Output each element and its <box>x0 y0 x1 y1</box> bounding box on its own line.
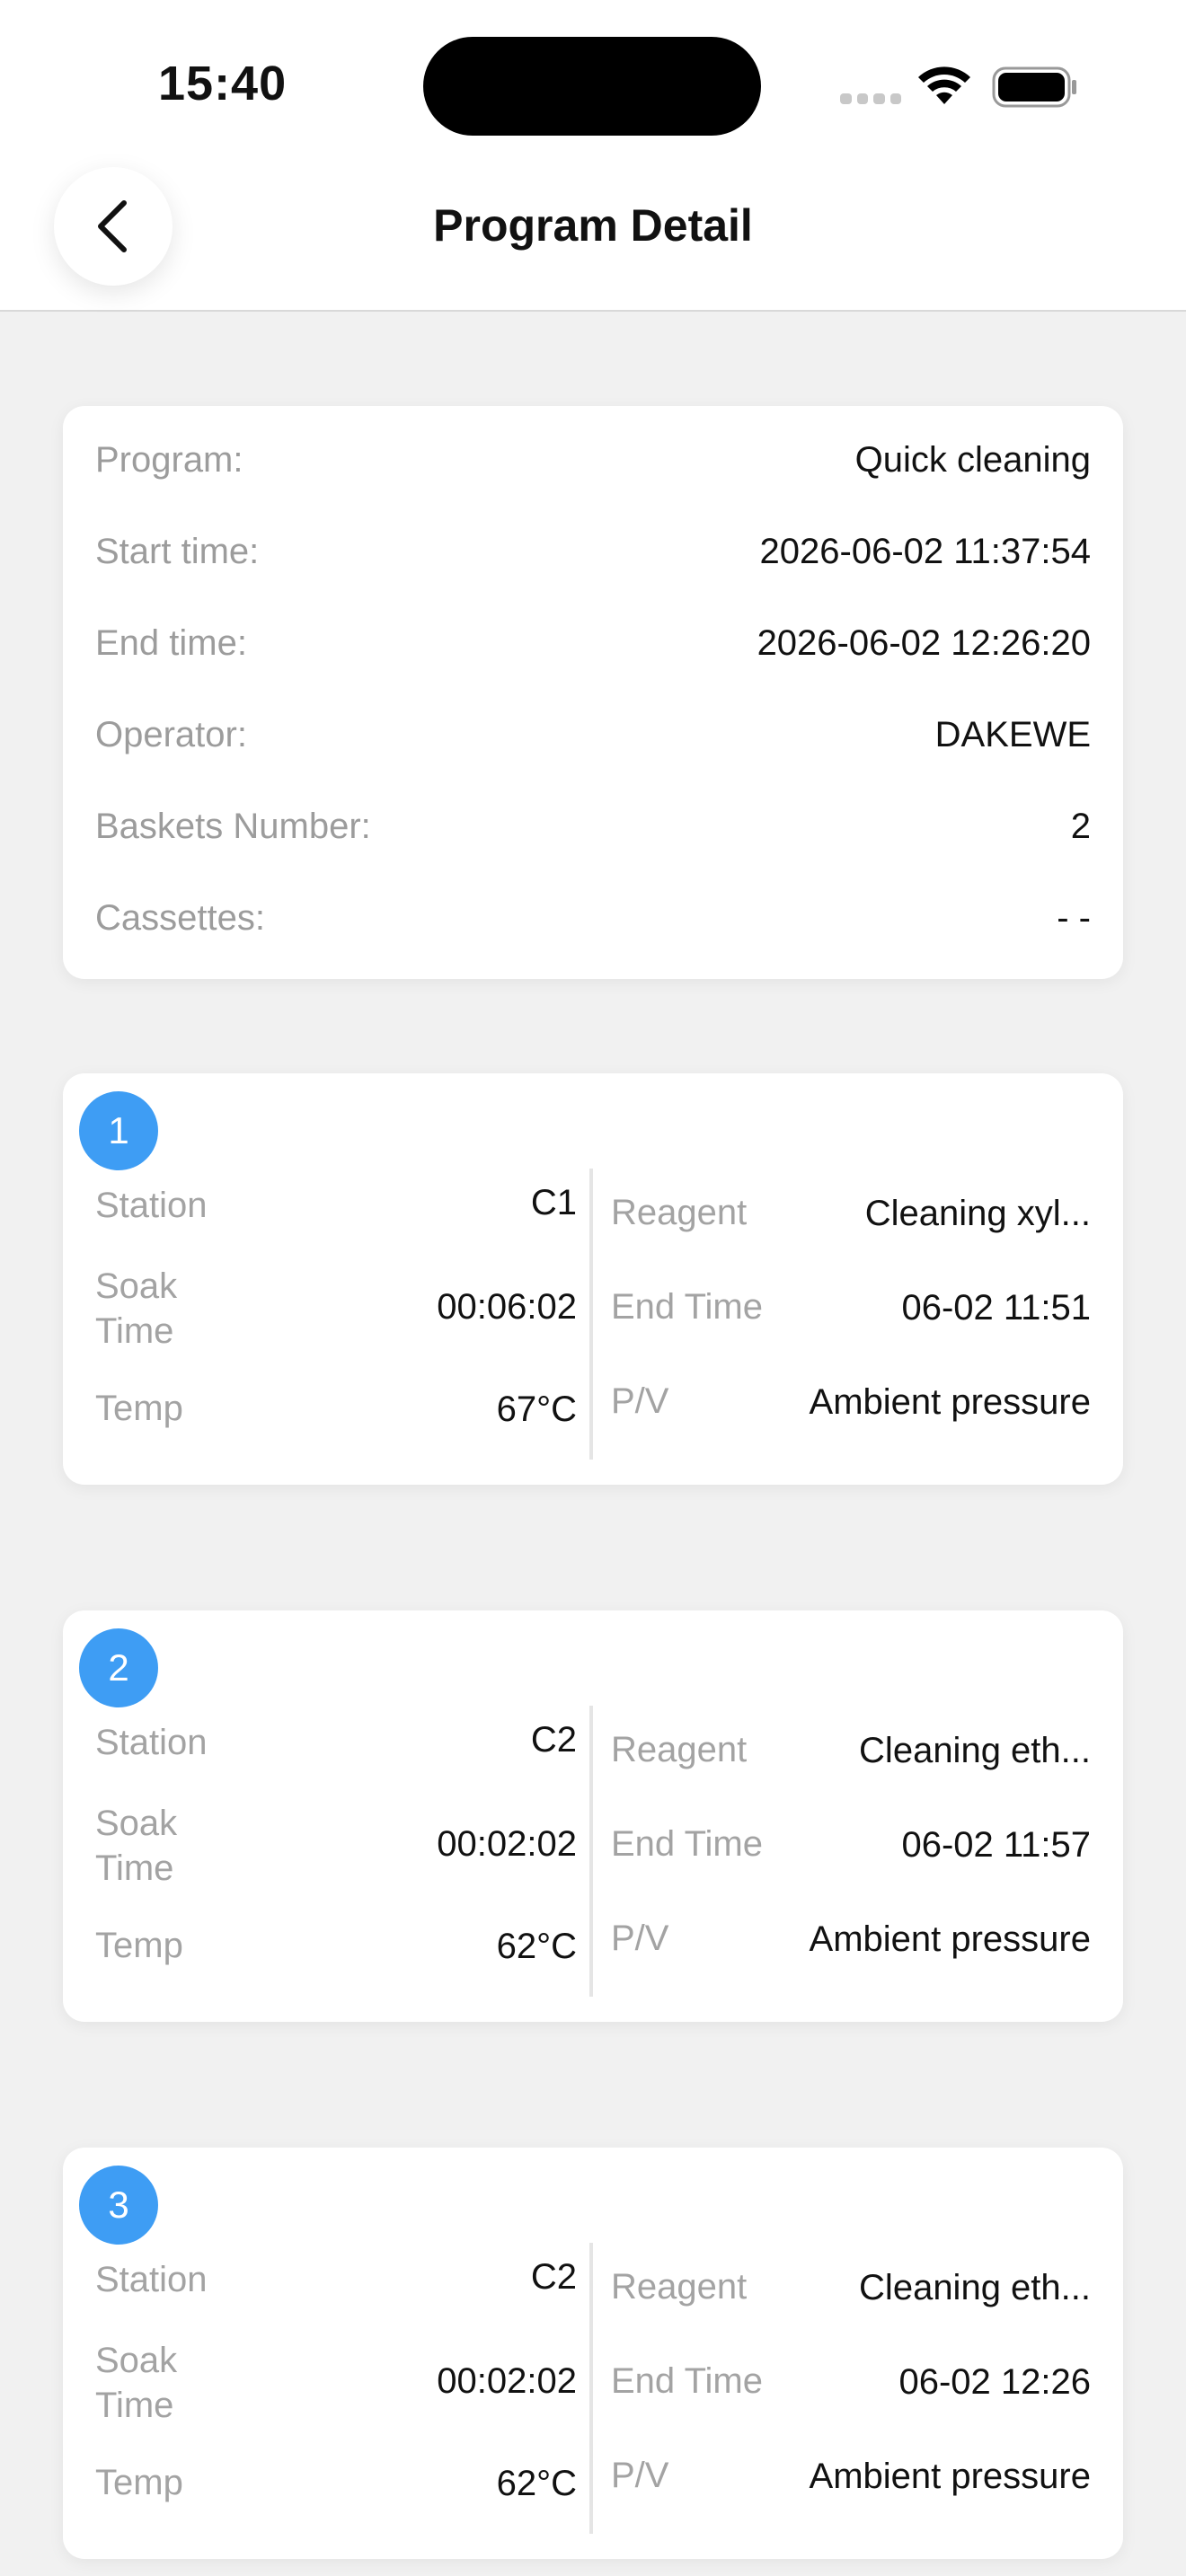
reagent-label: Reagent <box>611 2267 748 2307</box>
program-summary-card: Program: Quick cleaning Start time: 2026… <box>63 406 1123 979</box>
column-divider <box>589 1706 593 1997</box>
end-time-value: 06-02 11:57 <box>901 1825 1091 1865</box>
cellular-signal-icon <box>840 93 901 106</box>
pv-label: P/V <box>611 2456 669 2495</box>
step-card-3: 3 Station C2 Soak Time 00:02:02 Temp 62°… <box>63 2148 1123 2559</box>
station-value: C1 <box>530 1183 577 1222</box>
reagent-value: Cleaning xyl... <box>864 1194 1091 1233</box>
column-divider <box>589 2243 593 2534</box>
program-value: Quick cleaning <box>854 439 1091 480</box>
end-time-value: 06-02 12:26 <box>898 2362 1091 2402</box>
baskets-value: 2 <box>1070 806 1091 846</box>
station-label: Station <box>95 2260 208 2299</box>
cassettes-label: Cassettes: <box>95 897 265 938</box>
baskets-label: Baskets Number: <box>95 806 371 846</box>
end-time-value: 2026-06-02 12:26:20 <box>757 622 1091 663</box>
summary-row-cassettes: Cassettes: - - <box>95 891 1091 945</box>
dynamic-island <box>423 37 761 136</box>
pv-value: Ambient pressure <box>809 1382 1091 1422</box>
pv-value: Ambient pressure <box>809 1919 1091 1959</box>
temp-label: Temp <box>95 1389 183 1428</box>
summary-row-start-time: Start time: 2026-06-02 11:37:54 <box>95 525 1091 578</box>
pv-value: Ambient pressure <box>809 2457 1091 2496</box>
soak-time-value: 00:02:02 <box>437 1824 577 1864</box>
start-time-label: Start time: <box>95 531 260 571</box>
pv-label: P/V <box>611 1381 669 1421</box>
summary-row-baskets: Baskets Number: 2 <box>95 799 1091 853</box>
end-time-value: 06-02 11:51 <box>901 1288 1091 1328</box>
summary-row-program: Program: Quick cleaning <box>95 433 1091 487</box>
soak-time-value: 00:02:02 <box>437 2361 577 2401</box>
step-number-badge: 3 <box>79 2166 158 2245</box>
station-label: Station <box>95 1723 208 1762</box>
reagent-label: Reagent <box>611 1193 748 1232</box>
program-label: Program: <box>95 439 243 480</box>
temp-value: 67°C <box>496 1389 577 1429</box>
temp-label: Temp <box>95 2463 183 2502</box>
pv-label: P/V <box>611 1919 669 1958</box>
step-number-badge: 1 <box>79 1091 158 1170</box>
reagent-value: Cleaning eth... <box>859 1731 1091 1770</box>
station-label: Station <box>95 1186 208 1225</box>
temp-value: 62°C <box>496 2464 577 2503</box>
operator-label: Operator: <box>95 714 247 754</box>
soak-time-value: 00:06:02 <box>437 1287 577 1327</box>
step-card-2: 2 Station C2 Soak Time 00:02:02 Temp 62°… <box>63 1610 1123 2022</box>
page-title: Program Detail <box>433 200 753 251</box>
soak-time-label: Soak Time <box>95 1266 178 1351</box>
column-divider <box>589 1169 593 1460</box>
station-value: C2 <box>530 1720 577 1760</box>
reagent-label: Reagent <box>611 1730 748 1769</box>
summary-row-end-time: End time: 2026-06-02 12:26:20 <box>95 616 1091 670</box>
temp-label: Temp <box>95 1926 183 1965</box>
temp-value: 62°C <box>496 1927 577 1966</box>
step-card-1: 1 Station C1 Soak Time 00:06:02 Temp 67°… <box>63 1073 1123 1485</box>
end-time-label: End Time <box>611 1824 763 1864</box>
soak-time-label: Soak Time <box>95 2341 178 2425</box>
end-time-label: End Time <box>611 2361 763 2401</box>
wifi-icon <box>918 66 970 104</box>
end-time-label: End Time <box>611 1287 763 1327</box>
summary-row-operator: Operator: DAKEWE <box>95 708 1091 762</box>
reagent-value: Cleaning eth... <box>859 2268 1091 2307</box>
cassettes-value: - - <box>1057 897 1091 938</box>
end-time-label: End time: <box>95 622 247 663</box>
operator-value: DAKEWE <box>934 714 1091 754</box>
soak-time-label: Soak Time <box>95 1804 178 1888</box>
station-value: C2 <box>530 2257 577 2297</box>
navigation-header: 15:40 Program Detail <box>0 0 1186 312</box>
step-number-badge: 2 <box>79 1628 158 1707</box>
start-time-value: 2026-06-02 11:37:54 <box>759 531 1091 571</box>
status-time: 15:40 <box>158 57 288 110</box>
battery-icon <box>992 66 1076 108</box>
